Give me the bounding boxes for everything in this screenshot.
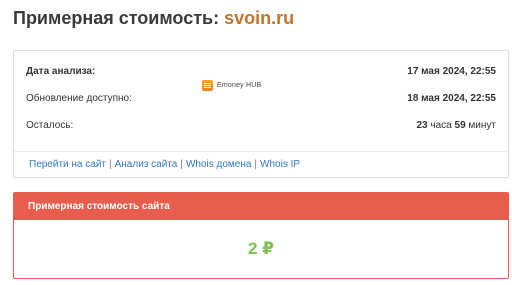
hours-unit: часа	[430, 120, 452, 131]
site-value-amount: 2 ₽	[247, 239, 274, 258]
minutes-unit: минут	[468, 120, 496, 131]
info-row-label: Обновление доступно:	[26, 93, 132, 104]
minutes-left: 59	[454, 120, 466, 131]
link-visit-site[interactable]: Перейти на сайт	[29, 159, 106, 170]
watermark: Emoney HUB	[202, 78, 261, 92]
info-rows: Дата анализа: 17 мая 2024, 22:55 Обновле…	[14, 51, 508, 151]
link-whois-domain[interactable]: Whois домена	[186, 159, 251, 170]
link-separator: |	[180, 159, 183, 170]
time-left-value: 23 часа 59 минут	[416, 113, 496, 139]
page-title: Примерная стоимость: svoin.ru	[13, 6, 294, 30]
link-separator: |	[109, 159, 112, 170]
divider	[14, 151, 508, 152]
info-row-value: 17 мая 2024, 22:55	[407, 66, 496, 77]
info-row-value: 18 мая 2024, 22:55	[407, 93, 496, 104]
emoney-logo-icon	[202, 79, 213, 91]
link-separator: |	[254, 159, 258, 170]
site-value-header: Примерная стоимость сайта	[14, 193, 508, 220]
hours-left: 23	[416, 120, 428, 131]
site-value-card: Примерная стоимость сайта 2 ₽	[13, 192, 509, 279]
watermark-text: Emoney HUB	[217, 81, 262, 89]
link-site-analysis[interactable]: Анализ сайта	[115, 159, 178, 170]
page-title-domain: svoin.ru	[224, 8, 295, 28]
page-title-prefix: Примерная стоимость:	[13, 8, 220, 28]
info-row-time-left: Осталось: 23 часа 59 минут	[14, 113, 508, 139]
info-row-label: Дата анализа:	[26, 66, 96, 77]
info-row-label: Осталось:	[26, 120, 74, 131]
analysis-info-card: Дата анализа: 17 мая 2024, 22:55 Обновле…	[13, 50, 509, 178]
link-whois-ip[interactable]: Whois IP	[260, 159, 300, 170]
site-links: Перейти на сайт | Анализ сайта | Whois домен…	[29, 157, 300, 173]
page: Примерная стоимость: svoin.ru Дата анали…	[0, 0, 512, 285]
